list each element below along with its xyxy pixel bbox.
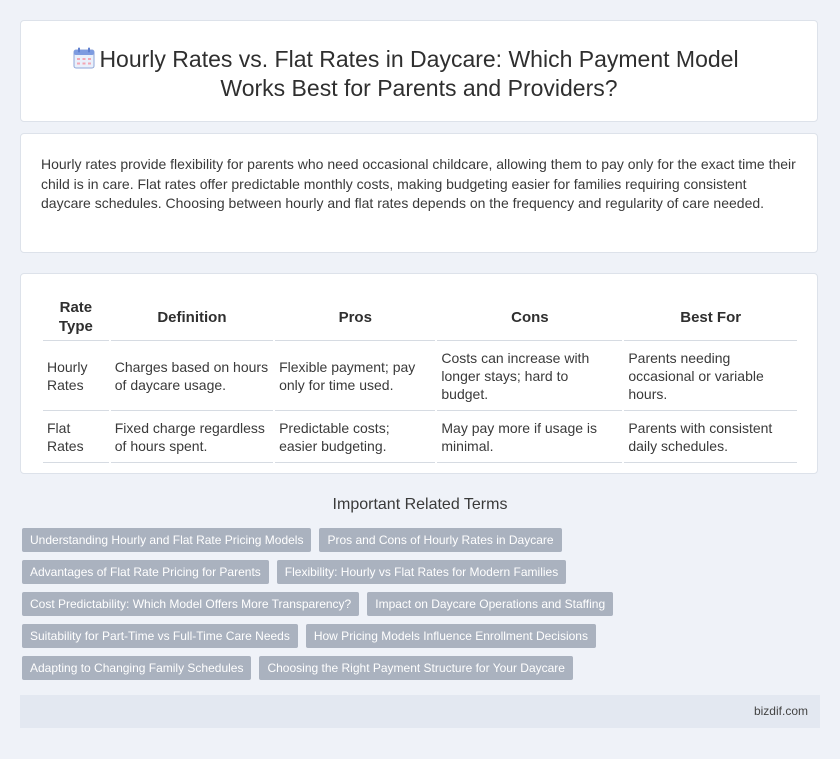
- comparison-table-card: Rate Type Definition Pros Cons Best For …: [20, 273, 818, 474]
- related-term-tag[interactable]: Advantages of Flat Rate Pricing for Pare…: [22, 560, 269, 584]
- related-terms-list: Understanding Hourly and Flat Rate Prici…: [22, 528, 812, 680]
- table-cell: Fixed charge regardless of hours spent.: [110, 411, 274, 463]
- page-title-line-1: Hourly Rates vs. Flat Rates in Daycare: …: [99, 46, 739, 72]
- intro-paragraph: Hourly rates provide flexibility for par…: [41, 156, 796, 211]
- column-header-pros: Pros: [275, 295, 436, 341]
- related-term-tag[interactable]: Choosing the Right Payment Structure for…: [259, 656, 573, 680]
- related-term-tag[interactable]: How Pricing Models Influence Enrollment …: [305, 624, 596, 648]
- related-term-tag[interactable]: Pros and Cons of Hourly Rates in Daycare: [319, 528, 562, 552]
- footer: bizdif.com: [20, 695, 820, 728]
- column-header-cons: Cons: [437, 295, 623, 341]
- intro-card: Hourly rates provide flexibility for par…: [20, 133, 818, 253]
- table-row: Flat Rates Fixed charge regardless of ho…: [43, 411, 797, 463]
- comparison-table: Rate Type Definition Pros Cons Best For …: [41, 295, 799, 463]
- table-cell: Flat Rates: [43, 411, 109, 463]
- column-header-best-for: Best For: [624, 295, 797, 341]
- related-term-tag[interactable]: Flexibility: Hourly vs Flat Rates for Mo…: [276, 560, 567, 584]
- table-row: Hourly Rates Charges based on hours of d…: [43, 341, 797, 411]
- table-cell: Flexible payment; pay only for time used…: [275, 341, 436, 411]
- table-cell: Hourly Rates: [43, 341, 109, 411]
- table-cell: Predictable costs; easier budgeting.: [275, 411, 436, 463]
- related-term-tag[interactable]: Cost Predictability: Which Model Offers …: [22, 592, 360, 616]
- footer-site-link[interactable]: bizdif.com: [754, 704, 808, 718]
- table-cell: Parents with consistent daily schedules.: [624, 411, 797, 463]
- page-title: Hourly Rates vs. Flat Rates in Daycare: …: [21, 45, 817, 103]
- related-term-tag[interactable]: Understanding Hourly and Flat Rate Prici…: [22, 528, 312, 552]
- table-cell: Charges based on hours of daycare usage.: [110, 341, 274, 411]
- table-cell: Costs can increase with longer stays; ha…: [437, 341, 623, 411]
- column-header-rate-type: Rate Type: [43, 295, 109, 341]
- column-header-definition: Definition: [110, 295, 274, 341]
- related-term-tag[interactable]: Suitability for Part-Time vs Full-Time C…: [22, 624, 298, 648]
- related-terms-heading: Important Related Terms: [332, 496, 508, 513]
- table-header-row: Rate Type Definition Pros Cons Best For: [43, 295, 797, 341]
- page-title-line-2: Works Best for Parents and Providers?: [220, 75, 618, 101]
- related-term-tag[interactable]: Impact on Daycare Operations and Staffin…: [367, 592, 614, 616]
- title-card: Hourly Rates vs. Flat Rates in Daycare: …: [20, 20, 818, 122]
- related-term-tag[interactable]: Adapting to Changing Family Schedules: [22, 656, 252, 680]
- table-cell: May pay more if usage is minimal.: [437, 411, 623, 463]
- table-cell: Parents needing occasional or variable h…: [624, 341, 797, 411]
